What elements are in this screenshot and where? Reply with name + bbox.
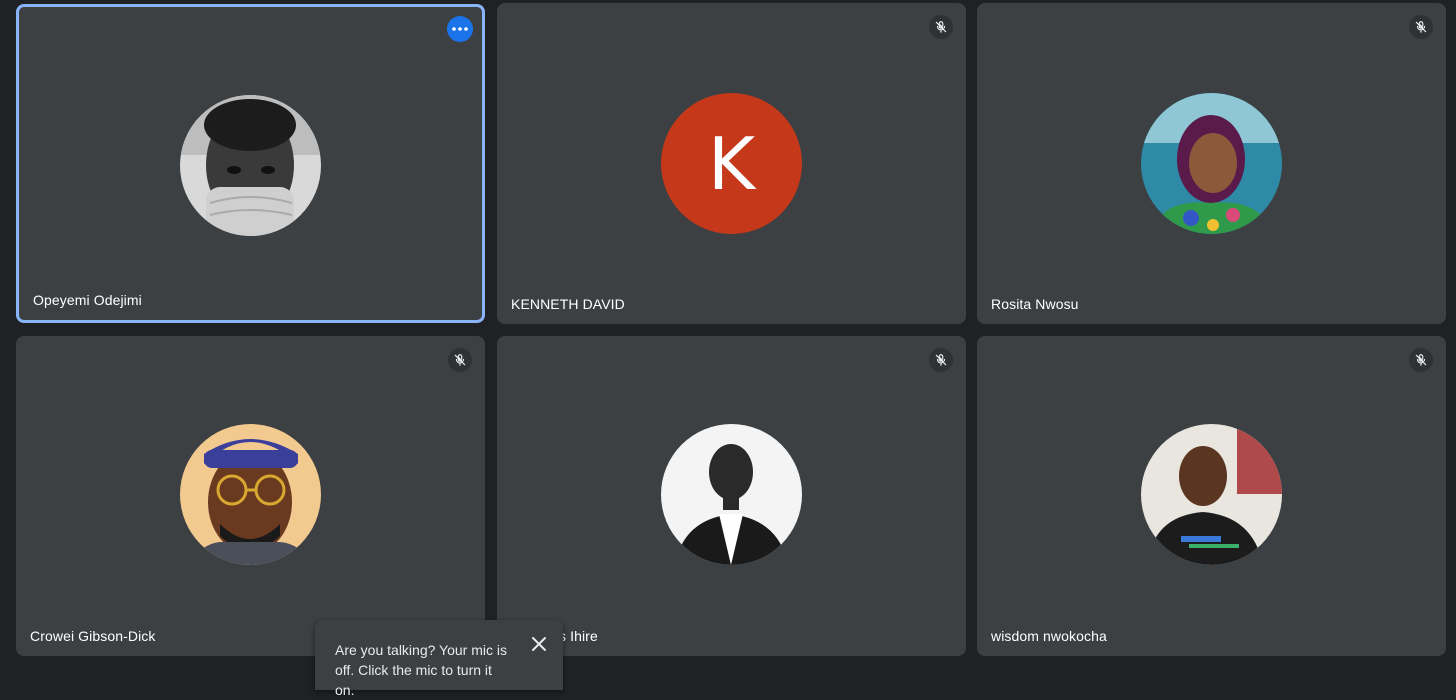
close-icon bbox=[532, 637, 546, 651]
participant-grid: Opeyemi Odejimi K KENNETH DAVID Rosita N… bbox=[0, 0, 1456, 664]
participant-tile-ihire[interactable]: s Ihire bbox=[497, 336, 966, 656]
more-options-button[interactable] bbox=[447, 16, 473, 42]
mic-off-icon bbox=[454, 354, 466, 366]
mic-off-badge bbox=[929, 348, 953, 372]
avatar bbox=[661, 424, 802, 565]
mic-off-badge bbox=[448, 348, 472, 372]
toast-close-button[interactable] bbox=[529, 634, 549, 654]
mic-off-toast: Are you talking? Your mic is off. Click … bbox=[315, 620, 563, 698]
user-photo-icon bbox=[180, 95, 321, 236]
mic-off-icon bbox=[1415, 354, 1427, 366]
user-photo-icon bbox=[661, 424, 802, 565]
participant-name: Crowei Gibson-Dick bbox=[30, 628, 156, 644]
participant-name: Opeyemi Odejimi bbox=[33, 292, 142, 308]
user-photo-icon bbox=[1141, 424, 1282, 565]
avatar bbox=[1141, 93, 1282, 234]
participant-tile-kenneth[interactable]: K KENNETH DAVID bbox=[497, 3, 966, 324]
avatar-letter: K bbox=[661, 93, 802, 234]
mic-off-icon bbox=[935, 354, 947, 366]
participant-name: Rosita Nwosu bbox=[991, 296, 1079, 312]
avatar bbox=[1141, 424, 1282, 565]
mic-off-icon bbox=[1415, 21, 1427, 33]
user-photo-icon bbox=[1141, 93, 1282, 234]
participant-name: wisdom nwokocha bbox=[991, 628, 1107, 644]
mic-off-badge bbox=[929, 15, 953, 39]
participant-tile-opeyemi[interactable]: Opeyemi Odejimi bbox=[16, 4, 485, 323]
participant-tile-wisdom[interactable]: wisdom nwokocha bbox=[977, 336, 1446, 656]
user-photo-icon bbox=[180, 424, 321, 565]
toast-message: Are you talking? Your mic is off. Click … bbox=[335, 642, 507, 698]
participant-tile-crowei[interactable]: Crowei Gibson-Dick bbox=[16, 336, 485, 656]
mic-off-badge bbox=[1409, 348, 1433, 372]
mic-off-badge bbox=[1409, 15, 1433, 39]
more-horiz-icon bbox=[452, 27, 468, 31]
mic-off-icon bbox=[935, 21, 947, 33]
participant-name: s Ihire bbox=[559, 628, 598, 644]
participant-tile-rosita[interactable]: Rosita Nwosu bbox=[977, 3, 1446, 324]
avatar bbox=[180, 95, 321, 236]
participant-name: KENNETH DAVID bbox=[511, 296, 625, 312]
avatar bbox=[180, 424, 321, 565]
